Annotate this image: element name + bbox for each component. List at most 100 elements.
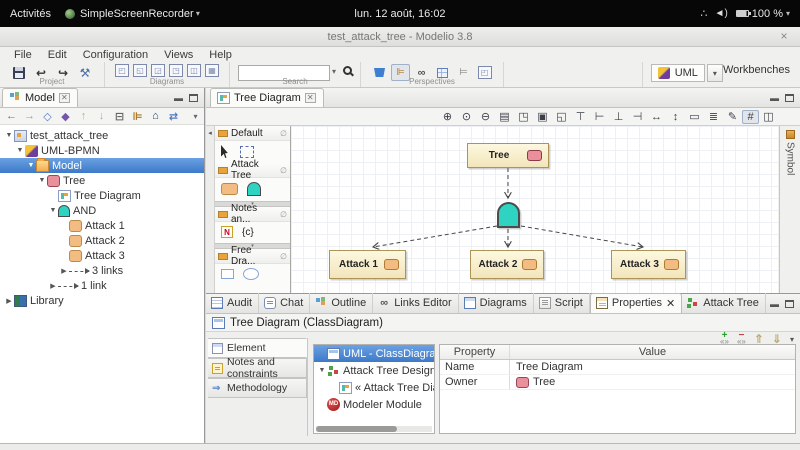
link-with-editor-button[interactable]: ⊫	[129, 110, 146, 123]
expander-icon[interactable]: ▼	[15, 147, 25, 154]
tab-audit[interactable]: Audit	[206, 293, 260, 313]
expander-icon[interactable]: ▼	[4, 132, 14, 139]
create-activity-diagram-button[interactable]: ◫	[187, 64, 201, 77]
view-menu-button[interactable]: ▾	[187, 112, 204, 121]
tree-item-attack-3[interactable]: Attack 3	[0, 248, 204, 263]
create-class-diagram-button[interactable]: ◰	[115, 64, 129, 77]
palette-collapse-handle[interactable]: ◂	[206, 126, 215, 293]
palette-tool-cursor[interactable]	[221, 145, 228, 158]
nav-forward-button[interactable]: →	[21, 110, 38, 122]
menu-configuration[interactable]: Configuration	[75, 48, 156, 62]
window-close-button[interactable]: ×	[776, 29, 792, 45]
activities-button[interactable]: Activités	[10, 8, 51, 20]
distribute-button[interactable]: ≣	[704, 110, 723, 123]
close-icon[interactable]: ✕	[304, 92, 316, 103]
minimize-button[interactable]: ▬	[770, 300, 779, 309]
same-size-button[interactable]: ▭	[685, 110, 704, 123]
menu-help[interactable]: Help	[201, 48, 240, 62]
same-height-button[interactable]: ↕	[666, 111, 685, 123]
create-use-case-diagram-button[interactable]: ◲	[151, 64, 165, 77]
nav-back-button[interactable]: ←	[3, 110, 20, 122]
search-dropdown[interactable]: ▾	[330, 64, 339, 76]
minimize-button[interactable]: ▬	[174, 94, 183, 103]
node-attack-2[interactable]: Attack 2	[470, 250, 544, 279]
tree-item-tree[interactable]: ▼ Tree	[0, 173, 204, 188]
maximize-button[interactable]	[785, 300, 794, 308]
side-tab-notes-and-constraints[interactable]: Notes and constraints	[208, 356, 307, 380]
create-composite-diagram-button[interactable]: ◳	[169, 64, 183, 77]
tab-script[interactable]: Script	[534, 293, 590, 313]
horizontal-scrollbar[interactable]	[316, 426, 432, 432]
node-attack-1[interactable]: Attack 1	[329, 250, 406, 279]
property-row-name[interactable]: Name Tree Diagram	[440, 360, 795, 375]
tab-model[interactable]: Model ✕	[2, 88, 78, 107]
system-tray[interactable]: ∴ ◄) 100 % ▾	[701, 7, 800, 21]
column-header-property[interactable]: Property	[440, 345, 510, 359]
window-title-bar[interactable]: test_attack_tree - Modelio 3.8 ×	[0, 27, 800, 47]
tab-diagrams[interactable]: Diagrams	[459, 293, 534, 313]
align-right-button[interactable]: ⊣	[628, 110, 647, 123]
node-attack-3[interactable]: Attack 3	[611, 250, 686, 279]
save-image-button[interactable]: ◳	[514, 110, 533, 123]
align-bottom-button[interactable]: ⊥	[609, 110, 628, 123]
tree-item-library[interactable]: ▶ Library	[0, 293, 204, 308]
pin-icon[interactable]: ∅	[280, 210, 287, 219]
palette-tool-rect[interactable]	[221, 269, 234, 279]
menu-edit[interactable]: Edit	[40, 48, 75, 62]
tab-attack-tree[interactable]: Attack Tree	[682, 293, 766, 313]
expander-icon[interactable]: ▼	[48, 207, 58, 214]
palette-section-notes-an-[interactable]: Notes an... ∅	[215, 203, 290, 225]
palette-tool-constraint[interactable]: {c}	[242, 227, 254, 238]
expander-icon[interactable]: ▼	[26, 162, 36, 169]
pin-icon[interactable]: ∅	[280, 252, 287, 261]
maximize-button[interactable]	[785, 94, 794, 102]
tab-outline[interactable]: Outline	[310, 293, 374, 313]
tab-properties[interactable]: Properties ✕	[589, 293, 683, 313]
pin-icon[interactable]: ∅	[280, 129, 287, 138]
expander-icon[interactable]: ▼	[317, 367, 327, 374]
home-button[interactable]: ⌂	[147, 110, 164, 122]
palette-tool-and[interactable]	[247, 182, 261, 196]
move-up-button[interactable]: ↑	[75, 110, 92, 122]
tree-item-1-link[interactable]: ▶ 1 link	[0, 278, 204, 293]
tree-item-attack-2[interactable]: Attack 2	[0, 233, 204, 248]
close-icon[interactable]: ✕	[58, 92, 70, 103]
tree-item-3-links[interactable]: ▶ 3 links	[0, 263, 204, 278]
tab-tree-diagram[interactable]: Tree Diagram ✕	[210, 88, 324, 107]
format-paint-button[interactable]: ✎	[723, 110, 742, 123]
zoom-actual-button[interactable]: ⊙	[457, 110, 476, 123]
tree-item-test-attack-tree[interactable]: ▼ test_attack_tree	[0, 128, 204, 143]
search-icon[interactable]	[343, 66, 353, 75]
module-tree-item-uml-classdiagram[interactable]: UML - ClassDiagram	[314, 345, 434, 362]
align-top-button[interactable]: ⊤	[571, 110, 590, 123]
related-diagram-button[interactable]: ◇	[39, 110, 56, 123]
side-tab-element[interactable]: Element	[208, 338, 307, 358]
diagram-canvas[interactable]: Tree Attack 1 Attack 2 Attack 3	[291, 126, 778, 293]
tree-item-and[interactable]: ▼ AND	[0, 203, 204, 218]
tree-item-tree-diagram[interactable]: Tree Diagram	[0, 188, 204, 203]
workbench-selector[interactable]: UML	[650, 64, 705, 82]
palette-section-free-dra-[interactable]: Free Dra... ∅	[215, 245, 290, 267]
module-tree-item-attack-tree-designer[interactable]: ▼ Attack Tree Designer	[314, 362, 434, 379]
tab-links-editor[interactable]: ∞ Links Editor	[373, 293, 459, 313]
property-row-owner[interactable]: Owner Tree	[440, 375, 795, 390]
pin-icon[interactable]: ∅	[280, 166, 287, 175]
create-package-diagram-button[interactable]: ◱	[133, 64, 147, 77]
sync-with-tree-button[interactable]: ⇄	[165, 110, 182, 123]
module-tree-item--attack-tree-diagram-[interactable]: « Attack Tree Diagram »	[314, 379, 434, 396]
palette-section-attack-tree[interactable]: Attack Tree ∅	[215, 159, 290, 181]
tree-item-model[interactable]: ▼ Model	[0, 157, 204, 173]
tree-item-attack-1[interactable]: Attack 1	[0, 218, 204, 233]
property-value[interactable]: Tree	[510, 375, 795, 389]
node-tree[interactable]: Tree	[467, 143, 549, 168]
tree-item-uml-bpmn[interactable]: ▼ UML-BPMN	[0, 143, 204, 158]
zoom-in-button[interactable]: ⊕	[438, 110, 457, 123]
palette-tool-marquee[interactable]	[240, 145, 254, 158]
expander-icon[interactable]: ▶	[48, 282, 58, 290]
zoom-selection-button[interactable]: ◱	[552, 110, 571, 123]
palette-tool-attack[interactable]	[221, 183, 238, 195]
node-and-gate[interactable]	[497, 202, 520, 228]
close-icon[interactable]: ✕	[666, 297, 675, 310]
grid-button[interactable]: #	[742, 109, 759, 124]
align-left-button[interactable]: ⊢	[590, 110, 609, 123]
